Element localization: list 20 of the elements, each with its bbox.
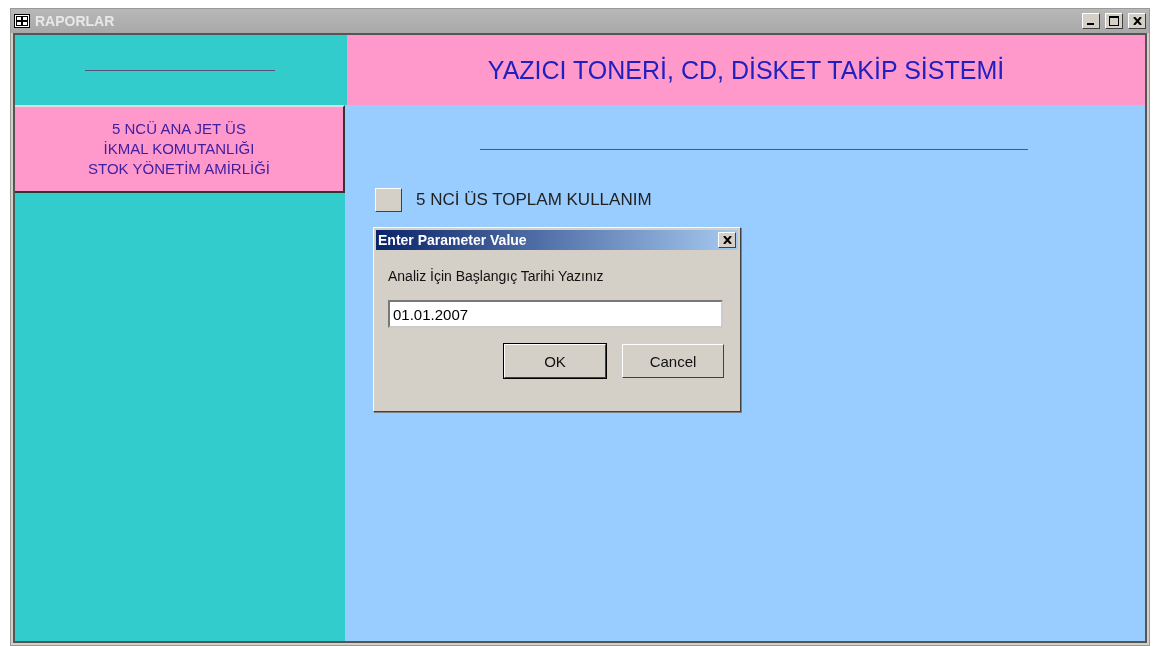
dialog-prompt: Analiz İçin Başlangıç Tarihi Yazınız — [388, 268, 605, 284]
dialog-close-button[interactable] — [718, 232, 736, 248]
close-icon — [1132, 17, 1142, 25]
maximize-button[interactable] — [1105, 13, 1123, 29]
report-label: 5 NCİ ÜS TOPLAM KULLANIM — [416, 190, 652, 210]
unit-line: STOK YÖNETİM AMİRLİĞİ — [88, 159, 270, 179]
header-title: YAZICI TONERİ, CD, DİSKET TAKİP SİSTEMİ — [345, 35, 1145, 105]
maximize-icon — [1109, 16, 1119, 26]
form-icon — [14, 14, 30, 28]
window-title: RAPORLAR — [35, 13, 116, 29]
close-icon — [722, 236, 732, 244]
close-button[interactable] — [1128, 13, 1146, 29]
dialog-button[interactable]: Cancel — [622, 344, 724, 378]
report-button[interactable] — [375, 188, 402, 212]
parameter-input[interactable]: 01.01.2007 — [388, 300, 723, 328]
unit-line: İKMAL KOMUTANLIĞI — [103, 139, 255, 159]
unit-line: 5 NCÜ ANA JET ÜS — [112, 119, 246, 139]
minimize-button[interactable] — [1082, 13, 1100, 29]
dialog-title: Enter Parameter Value — [378, 232, 527, 248]
dialog-button[interactable]: OK — [504, 344, 606, 378]
